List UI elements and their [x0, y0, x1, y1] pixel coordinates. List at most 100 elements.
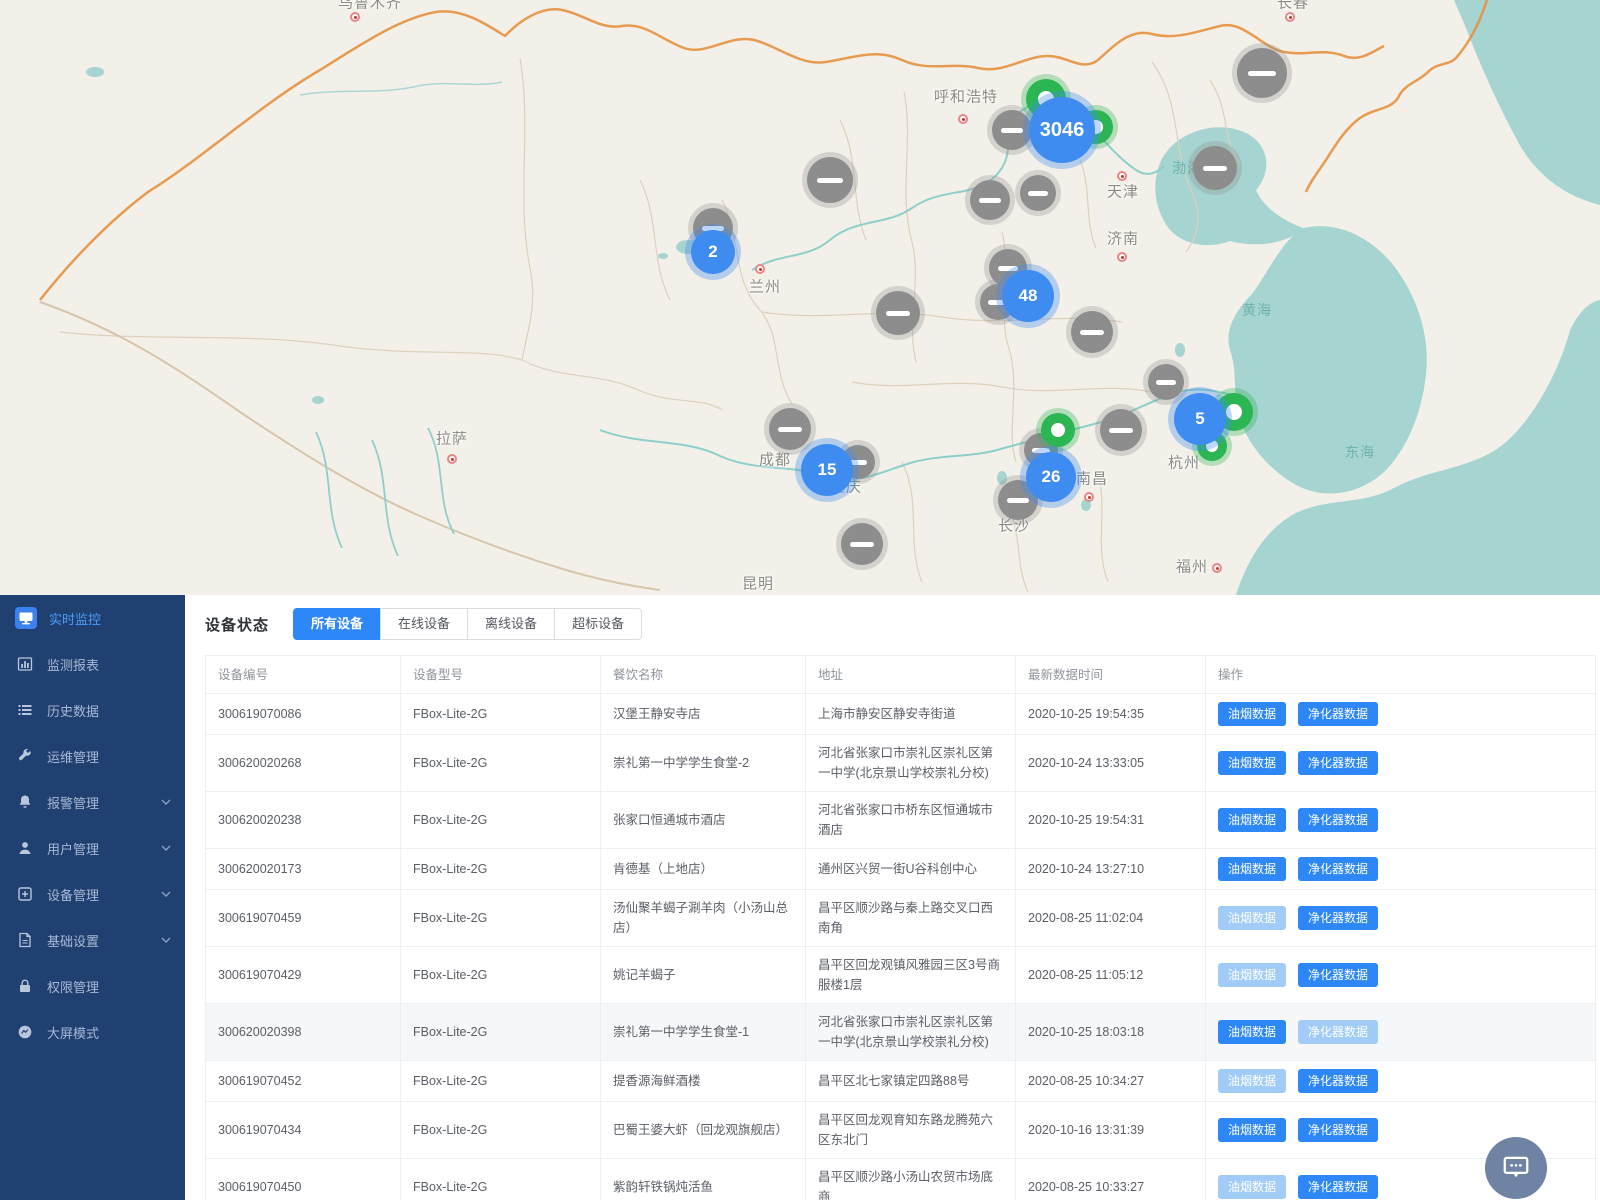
- city-marker-icon: [958, 114, 968, 124]
- purifier-data-button[interactable]: 净化器数据: [1298, 751, 1378, 775]
- sidebar-item-user-management[interactable]: 用户管理: [0, 825, 185, 871]
- cluster-marker-offline[interactable]: [1020, 175, 1056, 211]
- cluster-marker-offline[interactable]: [841, 523, 883, 565]
- actions-cell: 油烟数据净化器数据: [1206, 735, 1596, 792]
- city-marker-icon: [1084, 492, 1094, 502]
- cluster-marker-offline[interactable]: [1100, 409, 1142, 451]
- device-id-cell: 300619070429: [206, 947, 401, 1004]
- table-row: 300619070429FBox-Lite-2G姚记羊蝎子昌平区回龙观镇风雅园三…: [206, 947, 1596, 1004]
- city-marker-icon: [1285, 12, 1295, 22]
- cluster-marker-offline[interactable]: [1148, 364, 1184, 400]
- cluster-marker-count[interactable]: 2: [691, 230, 735, 274]
- donut-hole: [1226, 404, 1242, 420]
- screen: 乌鲁木齐呼和浩特长春天津济南兰州拉萨成都重庆长沙昆明南昌杭州福州渤海黄海东海 3…: [0, 0, 1600, 1200]
- restaurant-name-cell: 崇礼第一中学学生食堂-1: [601, 1004, 806, 1061]
- cluster-marker-online[interactable]: [1041, 413, 1075, 447]
- cluster-marker-offline[interactable]: [992, 110, 1032, 150]
- device-table-head: 设备编号设备型号餐饮名称地址最新数据时间操作: [206, 656, 1596, 694]
- sidebar-item-fullscreen-mode[interactable]: 大屏模式: [0, 1009, 185, 1055]
- cluster-marker-count[interactable]: 15: [801, 444, 853, 496]
- map-canvas: [0, 0, 1600, 595]
- cluster-marker-count[interactable]: 26: [1026, 452, 1076, 502]
- monitor-icon: [15, 607, 37, 629]
- cluster-marker-offline[interactable]: [769, 408, 811, 450]
- page-title: 设备状态: [205, 614, 269, 635]
- smoke-data-button[interactable]: 油烟数据: [1218, 702, 1286, 726]
- sidebar-item-ops-management[interactable]: 运维管理: [0, 733, 185, 779]
- purifier-data-button[interactable]: 净化器数据: [1298, 1175, 1378, 1199]
- map-section[interactable]: 乌鲁木齐呼和浩特长春天津济南兰州拉萨成都重庆长沙昆明南昌杭州福州渤海黄海东海 3…: [0, 0, 1600, 595]
- cluster-marker-offline[interactable]: [1071, 311, 1113, 353]
- cluster-marker-offline[interactable]: [876, 291, 920, 335]
- smoke-data-button[interactable]: 油烟数据: [1218, 1020, 1286, 1044]
- smoke-data-button: 油烟数据: [1218, 906, 1286, 930]
- minus-icon: [1203, 166, 1227, 171]
- sidebar-item-label: 监测报表: [47, 655, 99, 674]
- sidebar-item-basic-settings[interactable]: 基础设置: [0, 917, 185, 963]
- tab-2[interactable]: 离线设备: [467, 608, 555, 640]
- tab-1[interactable]: 在线设备: [380, 608, 468, 640]
- user-icon: [15, 838, 35, 858]
- purifier-data-button[interactable]: 净化器数据: [1298, 1069, 1378, 1093]
- map-sea-label: 黄海: [1242, 300, 1272, 320]
- address-cell: 通州区兴贸一街U谷科创中心: [806, 849, 1016, 890]
- sidebar-item-permission-management[interactable]: 权限管理: [0, 963, 185, 1009]
- sidebar-item-monitor-report[interactable]: 监测报表: [0, 641, 185, 687]
- table-row: 300620020173FBox-Lite-2G肯德基（上地店）通州区兴贸一街U…: [206, 849, 1596, 890]
- address-cell: 昌平区顺沙路与秦上路交叉口西南角: [806, 890, 1016, 947]
- device-model-cell: FBox-Lite-2G: [401, 792, 601, 849]
- city-marker-icon: [350, 12, 360, 22]
- tab-0[interactable]: 所有设备: [293, 608, 381, 640]
- sidebar-item-device-management[interactable]: 设备管理: [0, 871, 185, 917]
- cluster-marker-count[interactable]: 5: [1174, 393, 1226, 445]
- map-city-label: 南昌: [1076, 468, 1108, 489]
- actions-cell: 油烟数据净化器数据: [1206, 849, 1596, 890]
- sidebar-item-history-data[interactable]: 历史数据: [0, 687, 185, 733]
- cluster-marker-count[interactable]: 3046: [1029, 97, 1095, 163]
- purifier-data-button[interactable]: 净化器数据: [1298, 1118, 1378, 1142]
- map-city-label: 济南: [1107, 228, 1139, 249]
- map-city-label: 长春: [1277, 0, 1309, 13]
- address-cell: 河北省张家口市崇礼区崇礼区第一中学(北京景山学校崇礼分校): [806, 735, 1016, 792]
- cluster-marker-offline[interactable]: [970, 180, 1010, 220]
- purifier-data-button[interactable]: 净化器数据: [1298, 702, 1378, 726]
- wrench-icon: [15, 746, 35, 766]
- cluster-marker-offline[interactable]: [1237, 48, 1287, 98]
- address-cell: 昌平区回龙观育知东路龙腾苑六区东北门: [806, 1102, 1016, 1159]
- cluster-marker-offline[interactable]: [1193, 146, 1237, 190]
- address-cell: 河北省张家口市桥东区恒通城市酒店: [806, 792, 1016, 849]
- address-cell: 昌平区北七家镇定四路88号: [806, 1061, 1016, 1102]
- device-id-cell: 300620020173: [206, 849, 401, 890]
- device-id-cell: 300620020398: [206, 1004, 401, 1061]
- restaurant-name-cell: 紫韵轩铁锅炖活鱼: [601, 1159, 806, 1200]
- purifier-data-button[interactable]: 净化器数据: [1298, 857, 1378, 881]
- sidebar-item-alarm-management[interactable]: 报警管理: [0, 779, 185, 825]
- smoke-data-button[interactable]: 油烟数据: [1218, 808, 1286, 832]
- smoke-data-button[interactable]: 油烟数据: [1218, 1118, 1286, 1142]
- smoke-data-button[interactable]: 油烟数据: [1218, 751, 1286, 775]
- sidebar-item-label: 设备管理: [47, 885, 99, 904]
- purifier-data-button[interactable]: 净化器数据: [1298, 963, 1378, 987]
- table-row: 300619070086FBox-Lite-2G汉堡王静安寺店上海市静安区静安寺…: [206, 694, 1596, 735]
- purifier-data-button[interactable]: 净化器数据: [1298, 906, 1378, 930]
- table-column-header: 餐饮名称: [601, 656, 806, 694]
- latest-time-cell: 2020-10-24 13:33:05: [1016, 735, 1206, 792]
- device-id-cell: 300619070086: [206, 694, 401, 735]
- history-icon: [15, 700, 35, 720]
- minus-icon: [1156, 380, 1176, 385]
- sidebar-item-realtime-monitor[interactable]: 实时监控: [0, 595, 185, 641]
- purifier-data-button[interactable]: 净化器数据: [1298, 808, 1378, 832]
- table-row: 300619070459FBox-Lite-2G汤仙聚羊蝎子涮羊肉（小汤山总店）…: [206, 890, 1596, 947]
- chevron-down-icon: [161, 937, 171, 943]
- smoke-data-button[interactable]: 油烟数据: [1218, 857, 1286, 881]
- actions-cell: 油烟数据净化器数据: [1206, 694, 1596, 735]
- map-city-label: 成都: [759, 449, 791, 470]
- tab-3[interactable]: 超标设备: [554, 608, 642, 640]
- sidebar-item-label: 历史数据: [47, 701, 99, 720]
- cluster-marker-offline[interactable]: [807, 157, 853, 203]
- cluster-marker-count[interactable]: 48: [1002, 270, 1054, 322]
- chat-fab-button[interactable]: [1485, 1137, 1547, 1199]
- restaurant-name-cell: 崇礼第一中学学生食堂-2: [601, 735, 806, 792]
- device-id-cell: 300619070434: [206, 1102, 401, 1159]
- address-cell: 上海市静安区静安寺街道: [806, 694, 1016, 735]
